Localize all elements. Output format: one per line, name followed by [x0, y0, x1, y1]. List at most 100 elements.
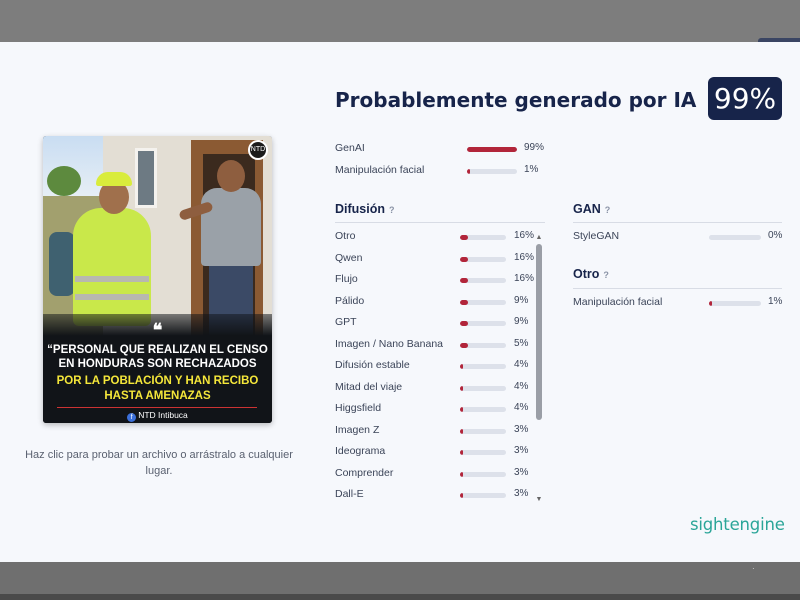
score-bar [460, 385, 506, 391]
score-label: Qwen [335, 251, 363, 264]
score-label: GPT [335, 316, 357, 328]
page-title: Probablemente generado por IA [335, 88, 697, 112]
caption-line-3: POR LA POBLACIÓN Y HAN RECIBO [56, 375, 259, 387]
score-bar [460, 235, 506, 240]
scroll-up-icon[interactable]: ▲ [535, 234, 543, 242]
score-bar [709, 235, 761, 240]
score-bar-fill [709, 301, 712, 306]
score-bar-fill [460, 471, 463, 477]
score-label: Imagen / Nano Banana [335, 337, 443, 350]
score-bar [460, 256, 506, 262]
sightengine-logo[interactable]: sightengine [690, 515, 785, 534]
score-bar [467, 147, 517, 152]
score-row: Qwen 16% [335, 252, 535, 268]
score-bar-fill [460, 278, 468, 283]
score-percent: 4% [514, 380, 529, 392]
score-percent: 4% [514, 359, 529, 370]
score-bar [460, 428, 506, 434]
score-row: Pálido 9% [335, 295, 535, 311]
score-row: Otro 16% [335, 230, 535, 246]
browser-bottom-bar: · [0, 562, 800, 600]
score-label: Otro [335, 230, 356, 242]
score-bar-fill [460, 235, 468, 240]
quote-icon: ❝ [152, 320, 163, 341]
score-bar-fill [460, 299, 468, 305]
score-percent: 1% [768, 296, 783, 307]
section-other: Otro? [573, 267, 609, 281]
help-icon[interactable]: ? [605, 205, 611, 215]
upload-hint[interactable]: Haz clic para probar un archivo o arrást… [14, 447, 304, 479]
score-percent: 16% [514, 273, 535, 284]
score-bar [709, 301, 761, 306]
score-percent: 16% [514, 230, 535, 241]
score-percent: 4% [514, 402, 529, 413]
score-badge: 99% [708, 77, 782, 120]
help-icon[interactable]: ? [389, 205, 395, 215]
score-label: Manipulación facial [335, 164, 425, 176]
score-row: Manipulación facial 1% [573, 296, 783, 312]
score-label: StyleGAN [573, 230, 620, 242]
score-row: Difusión estable 4% [335, 359, 535, 375]
ntd-logo: NTD [248, 140, 268, 160]
diffusion-scrollbar[interactable]: ▲ ▼ [535, 234, 543, 506]
score-bar [460, 299, 506, 305]
score-row: Dall-E 3% [335, 488, 535, 504]
score-bar-fill [460, 450, 463, 455]
section-diffusion: Difusión? [335, 202, 395, 216]
score-percent: 9% [514, 294, 529, 306]
score-bar-fill [460, 493, 463, 498]
score-bar-fill [460, 256, 468, 262]
score-row: Imagen / Nano Banana 5% [335, 338, 535, 354]
score-bar [460, 364, 506, 369]
score-bar-fill [460, 407, 463, 412]
scroll-down-icon[interactable]: ▼ [535, 496, 543, 504]
score-bar-fill [460, 364, 463, 369]
score-percent: 3% [514, 466, 529, 478]
score-bar [460, 493, 506, 498]
score-row: StyleGAN 0% [573, 230, 783, 246]
caption-line-4: HASTA AMENAZAS [104, 390, 211, 402]
score-percent: 0% [768, 230, 783, 241]
score-bar-fill [460, 428, 463, 434]
score-bar [460, 450, 506, 455]
score-bar [460, 407, 506, 412]
analyzed-image[interactable]: NTD ❝ “PERSONAL QUE REALIZAN EL CENSO EN… [43, 136, 272, 423]
score-label: Imagen Z [335, 423, 380, 436]
scroll-thumb[interactable] [536, 244, 542, 420]
score-row: GenAI 99% [335, 142, 565, 158]
score-percent: 16% [514, 251, 535, 263]
score-bar-fill [460, 342, 468, 348]
score-label: Ideograma [335, 445, 386, 457]
score-label: GenAI [335, 142, 365, 154]
score-label: Dall-E [335, 488, 364, 500]
score-row: Imagen Z 3% [335, 424, 535, 440]
caption-line-2: EN HONDURAS SON RECHAZADOS [58, 358, 257, 370]
score-label: Pálido [335, 294, 365, 307]
help-icon[interactable]: ? [603, 270, 609, 280]
score-label: Higgsfield [335, 402, 382, 414]
score-label: Mitad del viaje [335, 380, 403, 393]
score-row: Ideograma 3% [335, 445, 535, 461]
score-percent: 9% [514, 316, 529, 327]
result-panel: NTD ❝ “PERSONAL QUE REALIZAN EL CENSO EN… [0, 42, 800, 562]
score-bar-fill [467, 147, 517, 152]
score-bar [460, 321, 506, 326]
score-percent: 3% [514, 445, 529, 456]
score-bar [460, 342, 506, 348]
caption-line-1: “PERSONAL QUE REALIZAN EL CENSO [47, 344, 268, 356]
score-row: Mitad del viaje 4% [335, 381, 535, 397]
score-label: Comprender [335, 466, 394, 479]
score-percent: 3% [514, 488, 529, 499]
score-bar [467, 169, 517, 174]
score-row: GPT 9% [335, 316, 535, 332]
score-bar [460, 471, 506, 477]
browser-top-bar [0, 0, 800, 43]
score-percent: 1% [524, 164, 539, 175]
score-row: Comprender 3% [335, 467, 535, 483]
facebook-icon: f [127, 413, 137, 422]
image-source: f NTD Intibuca [43, 410, 272, 422]
score-bar-fill [467, 169, 470, 174]
score-percent: 3% [514, 423, 529, 435]
score-bar-fill [460, 385, 463, 391]
score-bar [460, 278, 506, 283]
